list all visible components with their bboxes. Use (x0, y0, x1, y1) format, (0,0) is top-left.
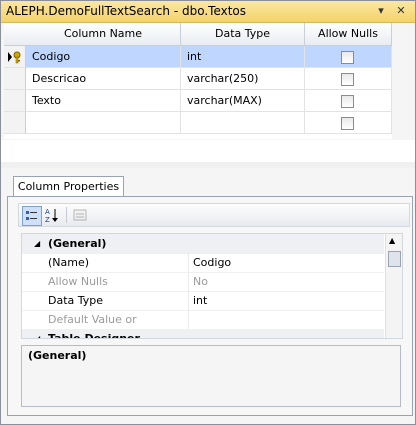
columns-grid: Column Name Data Type Allow Nulls Codigo… (4, 23, 392, 139)
column-name-cell[interactable] (26, 112, 181, 134)
svg-text:Z: Z (45, 216, 50, 224)
svg-text:A: A (45, 208, 50, 216)
window-title: ALEPH.DemoFullTextSearch - dbo.Textos (6, 4, 247, 18)
alphabetical-button[interactable]: A Z (43, 206, 61, 224)
allow-nulls-checkbox[interactable] (341, 73, 354, 86)
close-icon[interactable]: ✕ (393, 3, 409, 19)
description-pane: (General) (21, 345, 401, 407)
column-name-header[interactable]: Column Name (26, 23, 181, 46)
toolbar-separator (66, 207, 67, 223)
property-grid: ◢ (General) (Name) Codigo Allow Nulls No… (21, 233, 403, 339)
row-selector[interactable] (4, 46, 26, 68)
grid-empty-area (1, 140, 415, 163)
category-general[interactable]: ◢ (General) (22, 234, 384, 254)
properties-toolbar: A Z (18, 203, 410, 227)
column-properties-panel: A Z ◢ (General) (Name) Codigo Allow Null… (7, 196, 413, 416)
category-label: Table Designer (48, 332, 140, 339)
tab-column-properties[interactable]: Column Properties (13, 176, 124, 197)
categorized-button[interactable] (22, 206, 42, 226)
scrollbar-thumb[interactable] (388, 251, 401, 267)
collapse-icon[interactable]: ◢ (34, 329, 40, 338)
allow-nulls-header[interactable]: Allow Nulls (305, 23, 392, 46)
categorized-icon (26, 211, 37, 220)
table-designer-window: ALEPH.DemoFullTextSearch - dbo.Textos ▾ … (0, 0, 416, 425)
description-title: (General) (28, 349, 87, 362)
allow-nulls-cell (305, 46, 392, 68)
collapse-icon[interactable]: ◢ (34, 234, 40, 253)
property-row[interactable]: Data Type int (22, 291, 384, 311)
column-name-cell[interactable]: Texto (26, 90, 181, 112)
sort-az-icon: A Z (45, 208, 58, 224)
property-value[interactable] (188, 310, 383, 329)
table-row[interactable]: Codigo int (4, 46, 392, 68)
allow-nulls-cell (305, 90, 392, 112)
property-name: (Name) (48, 256, 90, 269)
window-menu-icon[interactable]: ▾ (373, 3, 389, 19)
data-type-header[interactable]: Data Type (181, 23, 305, 46)
property-value[interactable]: No (188, 272, 383, 291)
column-name-cell[interactable]: Codigo (26, 46, 181, 68)
data-type-cell[interactable]: varchar(250) (181, 68, 305, 90)
table-row[interactable] (4, 112, 392, 134)
row-selector[interactable] (4, 68, 26, 90)
pane-splitter[interactable] (1, 162, 415, 168)
scroll-up-icon[interactable]: ▲ (389, 236, 395, 245)
data-type-cell[interactable]: int (181, 46, 305, 68)
table-row[interactable]: Texto varchar(MAX) (4, 90, 392, 112)
property-row[interactable]: Allow Nulls No (22, 272, 384, 292)
category-label: (General) (48, 237, 107, 250)
property-name: Data Type (48, 294, 104, 307)
data-type-cell[interactable] (181, 112, 305, 134)
allow-nulls-checkbox[interactable] (341, 117, 354, 130)
primary-key-icon (8, 51, 21, 64)
allow-nulls-cell (305, 112, 392, 134)
property-value[interactable]: Codigo (188, 253, 383, 272)
column-name-cell[interactable]: Descricao (26, 68, 181, 90)
property-value[interactable]: int (188, 291, 383, 310)
allow-nulls-cell (305, 68, 392, 90)
property-grid-scrollbar[interactable]: ▲ (385, 234, 402, 338)
data-type-cell[interactable]: varchar(MAX) (181, 90, 305, 112)
title-bar: ALEPH.DemoFullTextSearch - dbo.Textos ▾ … (1, 1, 415, 23)
allow-nulls-checkbox[interactable] (341, 95, 354, 108)
row-header-corner (4, 23, 27, 46)
category-table-designer[interactable]: ◢ Table Designer (22, 329, 384, 339)
property-name: Allow Nulls (48, 275, 108, 288)
property-pages-icon (73, 209, 87, 221)
table-row[interactable]: Descricao varchar(250) (4, 68, 392, 90)
allow-nulls-checkbox[interactable] (341, 51, 354, 64)
property-pages-button[interactable] (71, 206, 89, 224)
row-selector[interactable] (4, 90, 26, 112)
property-row[interactable]: (Name) Codigo (22, 253, 384, 273)
property-row[interactable]: Default Value or Binding (22, 310, 384, 338)
row-selector[interactable] (4, 112, 26, 134)
